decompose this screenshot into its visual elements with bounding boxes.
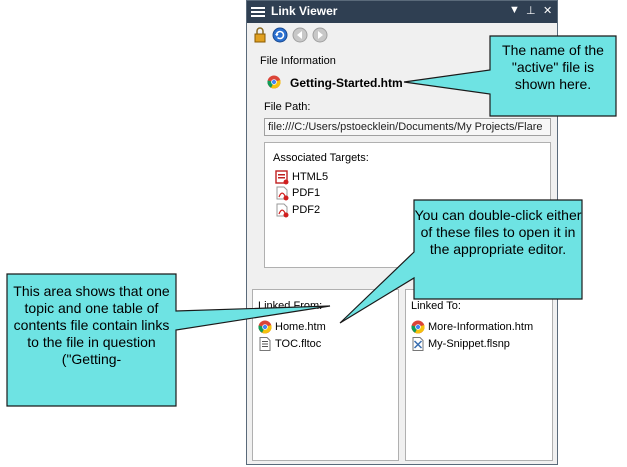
callout-double-click-text: You can double-click either of these fil… xyxy=(414,207,582,257)
callout-active-file-text: The name of the "active" file is shown h… xyxy=(502,42,604,92)
callout-area-text: This area shows that one topic and one t… xyxy=(13,283,170,367)
